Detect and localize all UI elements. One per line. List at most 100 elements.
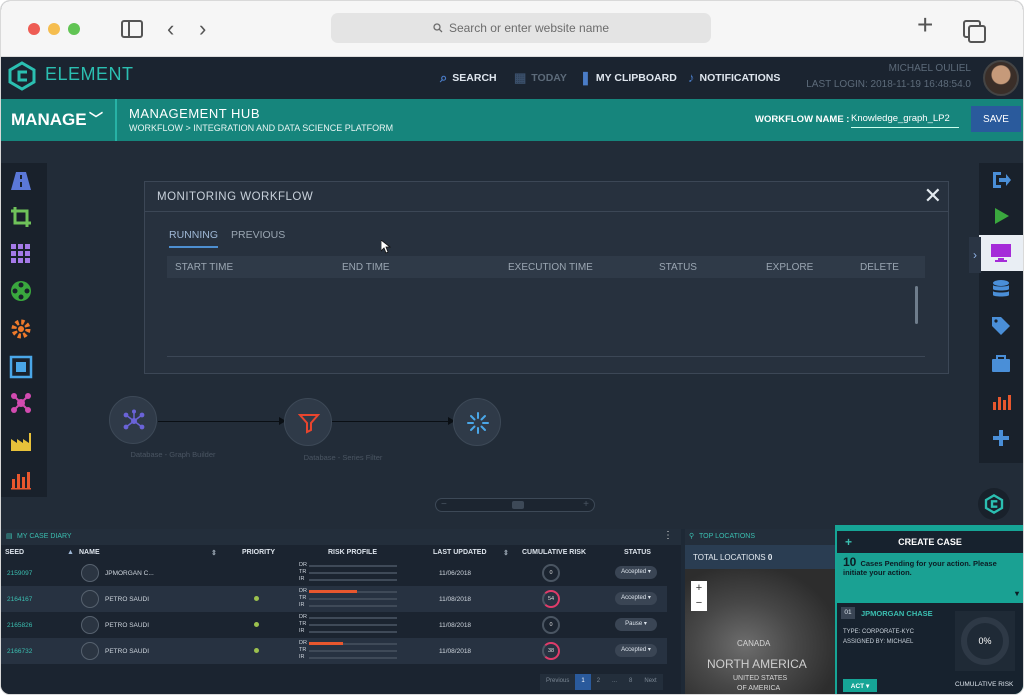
chevron-right-icon[interactable]: › [969,237,981,273]
factory-icon[interactable] [9,429,33,453]
status-dropdown[interactable]: Accepted ▾ [615,644,657,657]
briefcase-icon[interactable] [990,353,1012,375]
hub-toolbar: MANAGE ﹀ MANAGEMENT HUB WORKFLOW > INTEG… [1,99,1023,141]
status-dropdown[interactable]: Accepted ▾ [615,592,657,605]
more-vertical-icon[interactable]: ⋮ [663,530,673,541]
database-icon[interactable] [990,279,1012,301]
back-arrow-icon[interactable]: ‹ [167,17,174,41]
address-bar[interactable]: Search or enter website name [331,13,711,43]
maximize-window-button[interactable] [68,23,80,35]
app-window: ‹ › Search or enter website name + ELEME… [0,0,1024,695]
table-row[interactable]: 2166732 PETRO SAUDI DR TR IR 11/08/2018 … [1,638,667,664]
col-last-updated[interactable]: LAST UPDATED [433,549,487,556]
film-reel-icon[interactable] [9,279,33,303]
locations-map[interactable]: + − CANADA NORTH AMERICA UNITED STATES O… [685,569,835,694]
sidebar-toggle-icon[interactable] [121,20,143,38]
sort-icon[interactable]: ⇕ [211,549,217,557]
col-cumulative-risk[interactable]: CUMULATIVE RISK [522,549,586,556]
modal-scrollbar[interactable] [915,286,918,324]
minimize-window-button[interactable] [48,23,60,35]
tab-running[interactable]: RUNNING [169,229,218,248]
sort-icon[interactable]: ⇕ [503,549,509,557]
last-updated: 11/08/2018 [439,648,472,655]
monitor-tool-button[interactable] [979,235,1023,271]
table-row[interactable]: 2159097 JPMORGAN C... DR TR IR 11/06/201… [1,560,667,586]
pager-next[interactable]: Next [638,674,662,690]
bar-chart-icon[interactable] [9,467,33,491]
brand-name: ELEMENT [45,64,134,84]
forward-arrow-icon[interactable]: › [199,17,206,41]
page-title: MANAGEMENT HUB [129,106,260,121]
gear-icon[interactable] [9,317,33,341]
grid-icon[interactable] [9,241,33,265]
pager-page-1[interactable]: 1 [575,674,591,690]
cumulative-risk-ring: 0 [542,564,560,582]
risk-label: DR [299,640,307,646]
case-entity-name[interactable]: JPMORGAN CHASE [861,609,933,618]
zoom-in-icon[interactable]: + [583,499,589,510]
act-dropdown-button[interactable]: ACT ▾ [843,679,877,692]
table-row[interactable]: 2164167 PETRO SAUDI DR TR IR 11/08/2018 … [1,586,667,612]
save-button[interactable]: SAVE [971,106,1021,132]
tab-overview-icon[interactable] [963,20,986,43]
tab-previous[interactable]: PREVIOUS [231,229,285,241]
last-updated: 11/08/2018 [439,622,472,629]
add-icon[interactable] [990,427,1012,449]
nav-search[interactable]: ⌕ SEARCH [440,70,497,86]
manage-label: MANAGE [11,110,87,129]
network-icon[interactable] [9,391,33,415]
status-dropdown[interactable]: Accepted ▾ [615,566,657,579]
road-icon[interactable] [9,169,33,193]
left-toolbar [1,163,47,497]
nav-clipboard[interactable]: ❚ MY CLIPBOARD [580,70,677,86]
user-avatar[interactable] [983,60,1019,96]
risk-profile: DR TR IR [299,562,399,583]
frame-icon[interactable] [9,355,33,379]
analytics-chart-icon[interactable] [990,391,1012,413]
manage-menu[interactable]: MANAGE ﹀ [1,99,117,141]
seed-link[interactable]: 2166732 [7,648,32,655]
nav-notifications[interactable]: ♪ NOTIFICATIONS [688,70,780,85]
assistant-button[interactable] [978,488,1010,520]
close-icon[interactable]: ✕ [924,184,942,208]
seed-link[interactable]: 2165826 [7,622,32,629]
crop-icon[interactable] [9,205,33,229]
workflow-node-graph-builder[interactable] [109,396,157,444]
col-seed[interactable]: SEED [5,549,24,556]
case-diary-columns: SEED ▲ NAME ⇕ PRIORITY RISK PROFILE LAST… [1,547,681,559]
status-dropdown[interactable]: Pause ▾ [615,618,657,631]
seed-link[interactable]: 2164167 [7,596,32,603]
nav-today[interactable]: ▦ TODAY [514,70,567,86]
workflow-node-series-filter[interactable] [284,398,332,446]
pager-page-8[interactable]: 8 [623,674,638,690]
workflow-name-input[interactable] [851,110,959,128]
map-zoom-in-button[interactable]: + [691,581,707,596]
new-tab-plus-icon[interactable]: + [917,11,933,39]
map-zoom-control[interactable]: + − [691,581,707,611]
monitoring-workflow-modal: MONITORING WORKFLOW ✕ RUNNING PREVIOUS S… [144,181,949,374]
case-diary-title: MY CASE DIARY [17,533,72,540]
chevron-down-icon[interactable]: ▾ [1015,589,1019,598]
seed-link[interactable]: 2159097 [7,570,32,577]
zoom-slider-handle[interactable] [512,501,524,509]
play-icon[interactable] [990,205,1012,227]
sign-out-icon[interactable] [990,169,1012,191]
close-window-button[interactable] [28,23,40,35]
pager-previous[interactable]: Previous [540,674,575,690]
pager-page-2[interactable]: 2 [591,674,606,690]
modal-divider [167,356,925,357]
col-name[interactable]: NAME [79,549,100,556]
plus-icon: + [845,535,853,549]
workflow-node-output[interactable] [453,398,501,446]
total-locations: TOTAL LOCATIONS 0 [685,545,835,569]
tag-icon[interactable] [990,315,1012,337]
risk-fill [309,642,343,645]
create-case-button[interactable]: + CREATE CASE [837,531,1023,553]
zoom-out-icon[interactable]: − [441,499,447,510]
table-row[interactable]: 2165826 PETRO SAUDI DR TR IR 11/08/2018 … [1,612,667,638]
map-zoom-out-button[interactable]: − [691,596,707,611]
risk-profile: DR TR IR [299,640,399,661]
canvas-zoom-slider[interactable]: − + [435,498,595,512]
sort-up-icon[interactable]: ▲ [67,549,74,556]
col-priority[interactable]: PRIORITY [242,549,275,556]
